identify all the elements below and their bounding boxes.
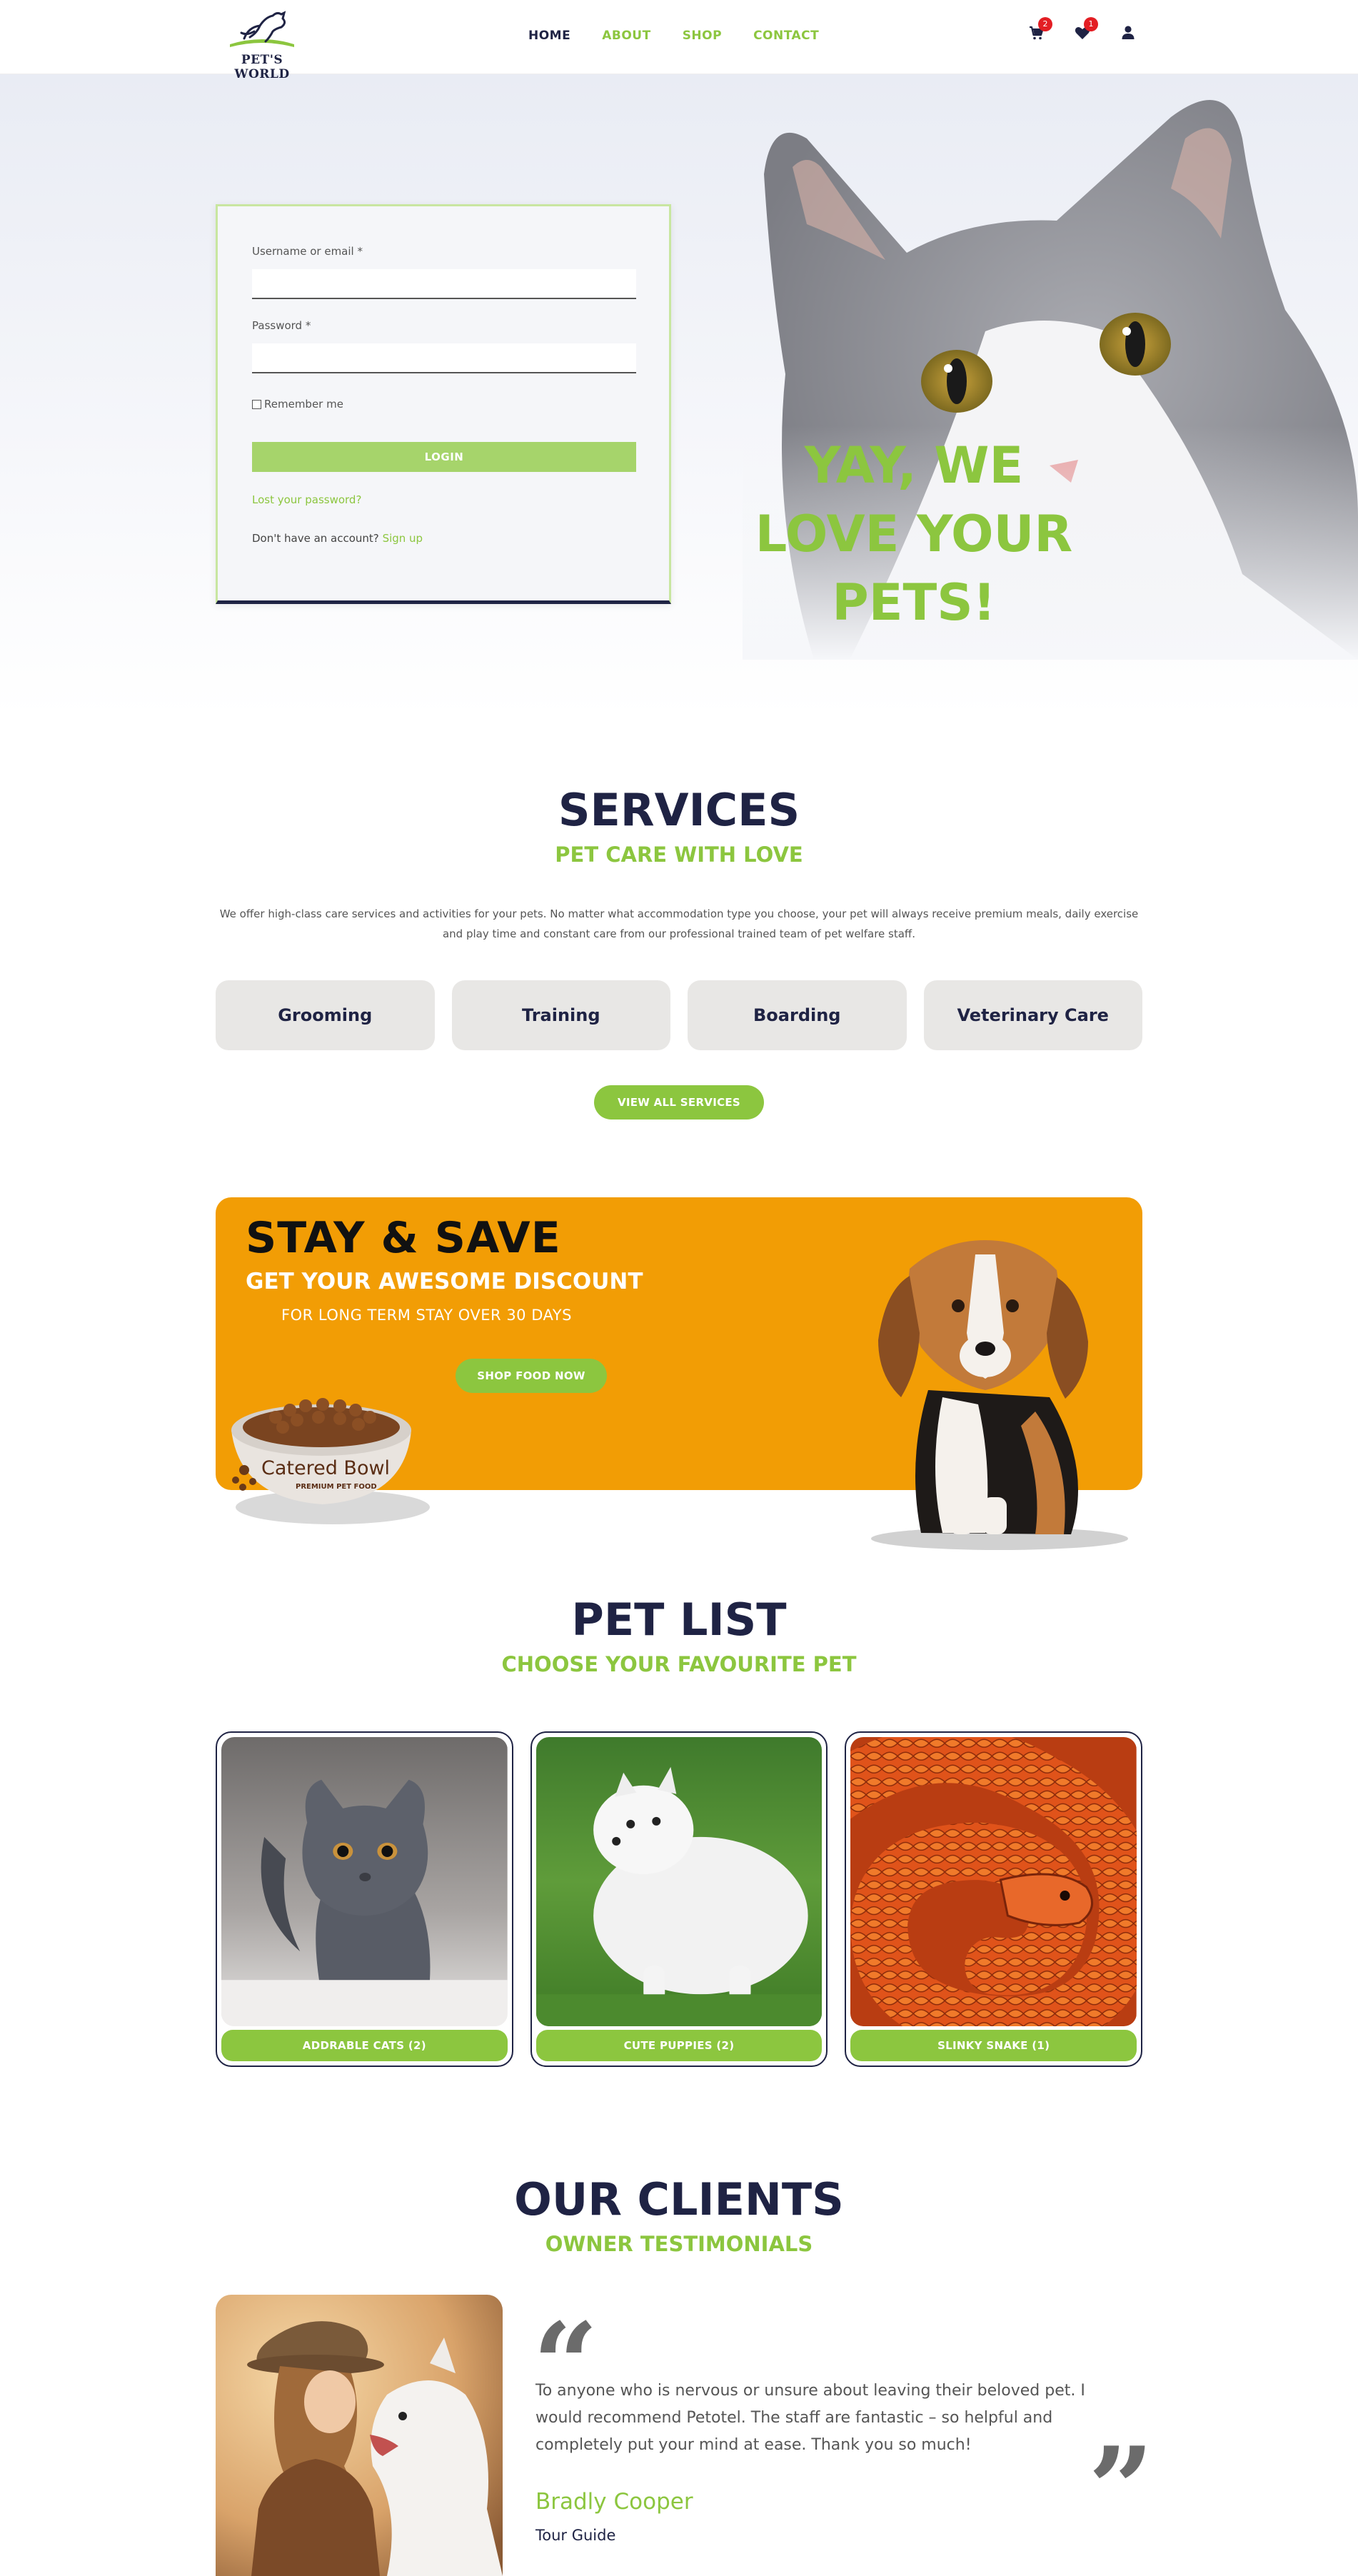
promo-title: STAY & SAVE (246, 1213, 561, 1263)
view-all-services-button[interactable]: VIEW ALL SERVICES (594, 1085, 764, 1120)
woman-with-dog-icon (216, 2295, 503, 2576)
header-actions: 2 1 (1028, 17, 1137, 41)
services-subtitle: PET CARE WITH LOVE (555, 842, 803, 867)
login-button[interactable]: LOGIN (252, 442, 636, 472)
remember-label: Remember me (264, 398, 343, 411)
promo-banner: STAY & SAVE GET YOUR AWESOME DISCOUNT FO… (216, 1197, 1142, 1550)
pet-image-snake (850, 1737, 1137, 2026)
testimonial-quote: To anyone who is nervous or unsure about… (535, 2382, 1085, 2454)
wishlist-count-badge: 1 (1084, 17, 1098, 31)
services-title: SERVICES (558, 784, 800, 836)
site-logo[interactable]: PET'S WORLD (216, 7, 308, 81)
pet-list-subtitle: CHOOSE YOUR FAVOURITE PET (501, 1652, 857, 1676)
pet-label-puppies[interactable]: CUTE PUPPIES (2) (535, 2030, 823, 2061)
promo-subtitle: GET YOUR AWESOME DISCOUNT (246, 1269, 643, 1294)
service-training[interactable]: Training (451, 980, 670, 1050)
bowl-brand-text: Catered Bowl (261, 1457, 391, 1479)
pet-label-cats[interactable]: ADDRABLE CATS (2) (221, 2030, 508, 2061)
pet-label-snake[interactable]: SLINKY SNAKE (1) (850, 2030, 1137, 2061)
nav-home[interactable]: HOME (528, 29, 570, 43)
main-nav: HOME ABOUT SHOP CONTACT (528, 29, 819, 43)
remember-me[interactable]: Remember me (252, 398, 343, 411)
site-header: PET'S WORLD HOME ABOUT SHOP CONTACT 2 1 (0, 0, 1358, 81)
kitten-icon (221, 1737, 508, 2026)
pet-list-title: PET LIST (571, 1594, 787, 1646)
remember-checkbox[interactable] (252, 399, 261, 409)
signup-prompt: Don't have an account? Sign up (252, 532, 423, 545)
snake-icon (850, 1737, 1137, 2026)
password-label: Password * (252, 319, 311, 332)
clients-title: OUR CLIENTS (514, 2173, 844, 2225)
shop-food-button[interactable]: SHOP FOOD NOW (456, 1359, 607, 1393)
bowl-tagline-text: PREMIUM PET FOOD (296, 1483, 377, 1491)
dog-logo-icon (230, 11, 294, 47)
food-bowl-icon (231, 1398, 430, 1524)
pet-card-cats[interactable]: ADDRABLE CATS (2) (216, 1731, 513, 2067)
hero-line-2: LOVE YOUR PETS! (755, 505, 1073, 632)
testimonial-role: Tour Guide (535, 2527, 616, 2544)
testimonial-author: Bradly Cooper (535, 2489, 693, 2515)
cart-count-badge: 2 (1038, 17, 1052, 31)
promo-note: FOR LONG TERM STAY OVER 30 DAYS (281, 1307, 572, 1324)
pet-card-snake[interactable]: SLINKY SNAKE (1) (845, 1731, 1143, 2067)
hero-heading: YAY, WE LOVE YOUR PETS! (685, 431, 1142, 637)
quote-close-icon: ” (1088, 2422, 1155, 2556)
lost-password-link[interactable]: Lost your password? (252, 493, 361, 506)
pet-category-grid: ADDRABLE CATS (2) CUTE PUPPIES (2) SLINK… (216, 1731, 1143, 2067)
no-account-text: Don't have an account? (252, 532, 379, 545)
username-input[interactable] (252, 269, 636, 299)
nav-contact[interactable]: CONTACT (753, 29, 819, 43)
pet-image-cats (221, 1737, 508, 2026)
user-icon (1122, 26, 1135, 39)
logo-text: PET'S WORLD (234, 53, 290, 81)
signup-link[interactable]: Sign up (383, 532, 423, 545)
wishlist-button[interactable]: 1 (1074, 17, 1098, 41)
clients-subtitle: OWNER TESTIMONIALS (545, 2232, 813, 2256)
hero-line-1: YAY, WE (804, 436, 1024, 495)
service-grooming[interactable]: Grooming (216, 980, 435, 1050)
username-label: Username or email * (252, 245, 363, 258)
puppy-icon (535, 1737, 823, 2026)
password-input[interactable] (252, 343, 636, 373)
service-veterinary-care[interactable]: Veterinary Care (923, 980, 1142, 1050)
pet-card-puppies[interactable]: CUTE PUPPIES (2) (530, 1731, 828, 2067)
nav-about[interactable]: ABOUT (602, 29, 650, 43)
services-description: We offer high-class care services and ac… (219, 907, 1139, 940)
nav-shop[interactable]: SHOP (683, 29, 722, 43)
pet-image-puppies (535, 1737, 823, 2026)
cart-button[interactable]: 2 (1028, 17, 1052, 41)
login-form: Username or email * Password * Remember … (216, 204, 671, 604)
account-button[interactable] (1120, 24, 1137, 41)
hero-section: Username or email * Password * Remember … (0, 74, 1358, 717)
beagle-image (871, 1240, 1128, 1550)
testimonial-photo (216, 2295, 503, 2576)
service-boarding[interactable]: Boarding (688, 980, 907, 1050)
services-grid: Grooming Training Boarding Veterinary Ca… (216, 980, 1142, 1050)
food-bowl-image: Catered Bowl PREMIUM PET FOOD (218, 1377, 433, 1527)
